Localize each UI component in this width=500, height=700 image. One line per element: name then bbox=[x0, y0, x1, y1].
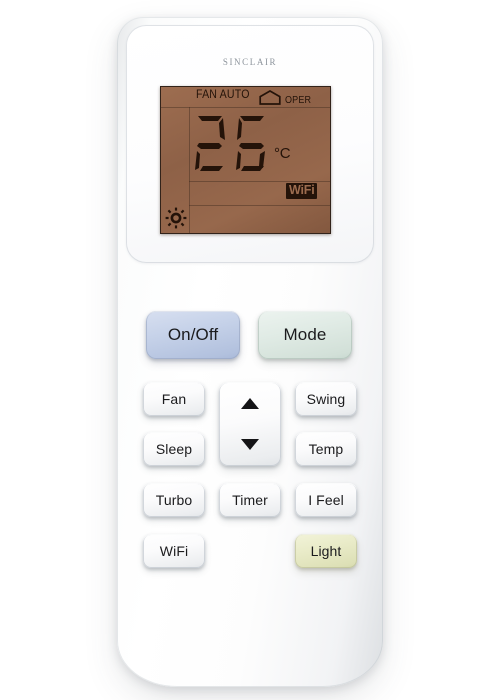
temp-button[interactable]: Temp bbox=[295, 432, 357, 466]
fan-button[interactable]: Fan bbox=[143, 382, 205, 416]
temperature-unit: °C bbox=[274, 145, 291, 162]
i-feel-button[interactable]: I Feel bbox=[295, 483, 357, 517]
sleep-button[interactable]: Sleep bbox=[143, 432, 205, 466]
lcd-screen: FAN AUTO OPER °C WiFi bbox=[161, 87, 330, 233]
sun-icon bbox=[165, 207, 187, 233]
lcd-divider-low bbox=[189, 205, 330, 206]
keypad: On/Off Mode Fan Swing Sleep Temp Turbo T… bbox=[117, 279, 383, 599]
brand-logo: sinclair bbox=[222, 53, 278, 68]
temperature-value bbox=[192, 107, 274, 181]
arrow-up-icon[interactable] bbox=[241, 398, 259, 409]
lcd-screen-frame: FAN AUTO OPER °C WiFi bbox=[160, 86, 331, 234]
arrow-down-icon[interactable] bbox=[241, 439, 259, 450]
lcd-divider-vertical bbox=[189, 107, 190, 233]
screenshot-canvas: sinclair FAN AUTO OPER °C WiFi On/Off Mo… bbox=[0, 0, 500, 700]
swing-button[interactable]: Swing bbox=[295, 382, 357, 416]
on-off-button[interactable]: On/Off bbox=[146, 311, 240, 359]
mode-button[interactable]: Mode bbox=[258, 311, 352, 359]
temperature-rocker[interactable] bbox=[219, 382, 281, 466]
light-button[interactable]: Light bbox=[295, 534, 357, 568]
remote-control-body: sinclair FAN AUTO OPER °C WiFi On/Off Mo… bbox=[117, 17, 383, 687]
turbo-button[interactable]: Turbo bbox=[143, 483, 205, 517]
fan-mode-indicator: FAN AUTO bbox=[196, 89, 250, 101]
wifi-status-badge: WiFi bbox=[286, 183, 318, 199]
wifi-button[interactable]: WiFi bbox=[143, 534, 205, 568]
timer-button[interactable]: Timer bbox=[219, 483, 281, 517]
operation-indicator: OPER bbox=[285, 95, 312, 106]
lcd-divider-mid bbox=[189, 181, 330, 182]
